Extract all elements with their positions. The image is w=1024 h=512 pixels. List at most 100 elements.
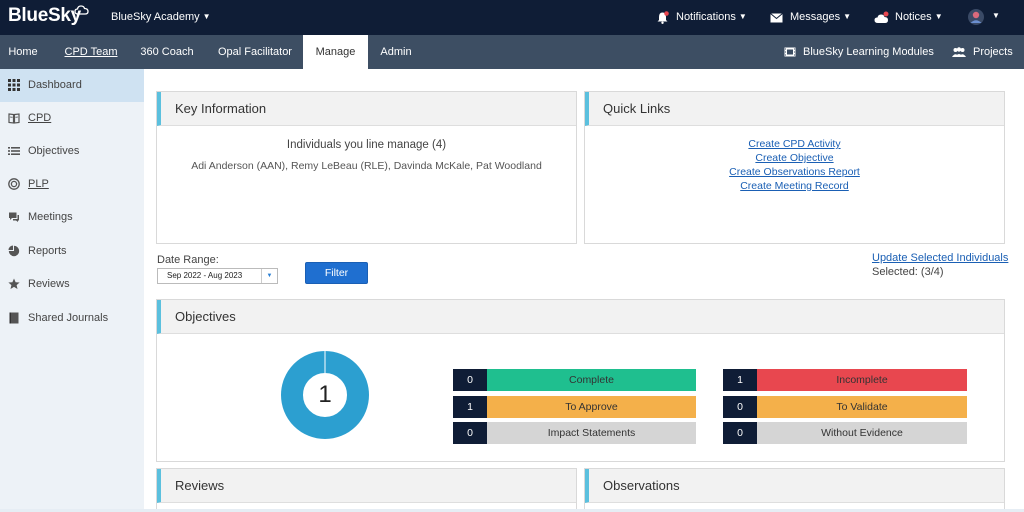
counter-label: To Approve: [487, 396, 696, 418]
main-nav: Home CPD Team 360 Coach Opal Facilitator…: [0, 35, 1024, 69]
chevron-down-icon: ▼: [738, 12, 747, 21]
logo[interactable]: BlueSky: [8, 5, 81, 27]
sidebar-item-shared-journals[interactable]: Shared Journals: [0, 302, 144, 335]
counter-incomplete[interactable]: 1 Incomplete: [723, 369, 967, 391]
counter-label: Impact Statements: [487, 422, 696, 444]
counter-complete[interactable]: 0 Complete: [453, 369, 696, 391]
sidebar: Dashboard CPD Objectives PLP Meetings Re…: [0, 69, 144, 512]
counter-to-validate[interactable]: 0 To Validate: [723, 396, 967, 418]
quick-links-panel: Quick Links Create CPD Activity Create O…: [584, 91, 1005, 244]
star-icon: [8, 278, 20, 289]
panel-header: Quick Links: [585, 92, 1004, 126]
notices-label: Notices: [895, 11, 932, 23]
chevron-down-icon: ▼: [843, 12, 852, 21]
envelope-icon: [770, 13, 783, 23]
panel-title: Key Information: [175, 101, 267, 116]
sidebar-item-label: Dashboard: [28, 79, 82, 91]
nav-learning-modules[interactable]: BlueSky Learning Modules: [784, 35, 934, 69]
target-icon: [8, 178, 20, 190]
sidebar-item-label: CPD: [28, 112, 52, 124]
sidebar-item-reviews[interactable]: Reviews: [0, 268, 144, 301]
sidebar-item-meetings[interactable]: Meetings: [0, 201, 144, 234]
filter-button[interactable]: Filter: [305, 262, 368, 284]
messages-menu[interactable]: Messages ▼: [790, 11, 851, 23]
counter-count: 0: [453, 422, 487, 444]
nav-opal-facilitator[interactable]: Opal Facilitator: [212, 35, 298, 69]
date-range-label: Date Range:: [157, 254, 219, 266]
counter-count: 1: [723, 369, 757, 391]
counter-impact-statements[interactable]: 0 Impact Statements: [453, 422, 696, 444]
chat-icon: [9, 212, 19, 222]
sidebar-item-label: Shared Journals: [28, 312, 109, 324]
sidebar-item-label: Objectives: [28, 145, 80, 157]
nav-manage[interactable]: Manage: [303, 35, 368, 69]
create-meeting-record-link[interactable]: Create Meeting Record: [585, 180, 1004, 192]
create-objective-link[interactable]: Create Objective: [585, 152, 1004, 164]
academy-name: BlueSky Academy: [111, 11, 200, 23]
line-manage-names: Adi Anderson (AAN), Remy LeBeau (RLE), D…: [191, 160, 542, 172]
chevron-down-icon: ▼: [934, 12, 943, 21]
counter-count: 0: [723, 396, 757, 418]
update-selected-individuals-link[interactable]: Update Selected Individuals: [872, 252, 1008, 264]
panel-header: Observations: [585, 469, 1004, 503]
user-menu[interactable]: ▼: [968, 9, 1000, 30]
users-icon: [952, 47, 966, 57]
academy-selector[interactable]: BlueSky Academy ▼: [111, 11, 211, 23]
avatar: [968, 9, 984, 25]
panel-title: Reviews: [175, 478, 225, 493]
sidebar-item-label: Reviews: [28, 278, 70, 290]
sidebar-item-reports[interactable]: Reports: [0, 235, 144, 268]
create-observations-report-link[interactable]: Create Observations Report: [585, 166, 1004, 178]
journal-icon: [9, 312, 19, 324]
counter-to-approve[interactable]: 1 To Approve: [453, 396, 696, 418]
book-icon: [8, 113, 20, 124]
line-manage-heading: Individuals you line manage (4): [286, 139, 447, 151]
top-bar: BlueSky BlueSky Academy ▼ Notifications ▼ …: [0, 0, 1024, 35]
cloud-notice-icon: [874, 11, 889, 23]
reviews-panel: Reviews: [156, 468, 577, 512]
panel-title: Observations: [603, 478, 680, 493]
counter-count: 0: [723, 422, 757, 444]
panel-header: Reviews: [157, 469, 576, 503]
learning-modules-label: BlueSky Learning Modules: [803, 46, 934, 58]
panel-title: Objectives: [175, 309, 236, 324]
nav-admin[interactable]: Admin: [372, 35, 420, 69]
projects-label: Projects: [973, 46, 1013, 58]
sidebar-item-label: PLP: [28, 178, 49, 190]
pie-icon: [8, 245, 20, 257]
key-information-panel: Key Information Individuals you line man…: [156, 91, 577, 244]
sidebar-item-label: Meetings: [28, 211, 73, 223]
nav-cpd-team-label: CPD Team: [64, 46, 118, 58]
messages-label: Messages: [790, 11, 841, 23]
counter-without-evidence[interactable]: 0 Without Evidence: [723, 422, 967, 444]
caret-down-icon: ▼: [261, 269, 277, 283]
nav-projects[interactable]: Projects: [952, 35, 1018, 69]
panel-header: Objectives: [157, 300, 1004, 334]
counter-label: To Validate: [757, 396, 967, 418]
nav-cpd-team[interactable]: CPD Team: [56, 35, 126, 69]
list-icon: [8, 147, 20, 155]
sidebar-item-cpd[interactable]: CPD: [0, 102, 144, 135]
objectives-total: 1: [318, 381, 332, 408]
nav-home[interactable]: Home: [0, 35, 46, 69]
date-range-select[interactable]: Sep 2022 - Aug 2023 ▼: [157, 268, 278, 284]
counter-label: Without Evidence: [757, 422, 967, 444]
notices-menu[interactable]: Notices ▼: [895, 11, 943, 23]
counter-count: 1: [453, 396, 487, 418]
chevron-down-icon: ▼: [992, 11, 1000, 20]
panel-header: Key Information: [157, 92, 576, 126]
counter-count: 0: [453, 369, 487, 391]
counter-label: Complete: [487, 369, 696, 391]
grid-icon: [8, 79, 20, 91]
cloud-logo-icon: [74, 5, 89, 15]
selected-count: Selected: (3/4): [872, 266, 944, 278]
sidebar-item-plp[interactable]: PLP: [0, 168, 144, 201]
notifications-menu[interactable]: Notifications ▼: [676, 11, 747, 23]
nav-360-coach[interactable]: 360 Coach: [134, 35, 200, 69]
notifications-label: Notifications: [676, 11, 736, 23]
sidebar-item-dashboard[interactable]: Dashboard: [0, 69, 144, 102]
chevron-down-icon: ▼: [202, 12, 211, 21]
bell-icon: [657, 11, 669, 24]
create-cpd-activity-link[interactable]: Create CPD Activity: [585, 138, 1004, 150]
sidebar-item-objectives[interactable]: Objectives: [0, 135, 144, 168]
